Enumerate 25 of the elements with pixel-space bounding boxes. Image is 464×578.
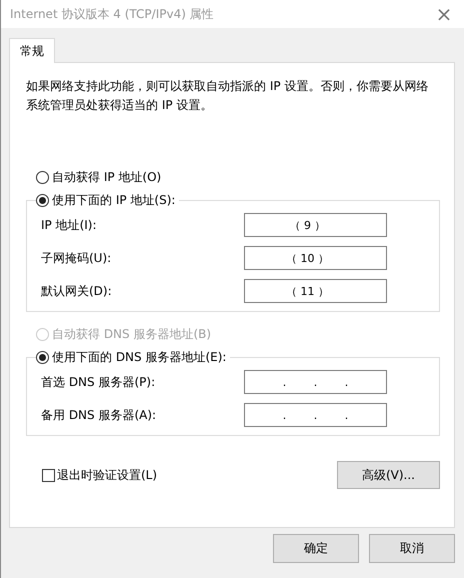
dialog-button[interactable]: 取消 xyxy=(369,534,455,563)
ip-address-field[interactable]: （ 9 ） xyxy=(244,213,387,237)
field-label: 子网掩码(U): xyxy=(41,250,112,266)
close-button[interactable]: × xyxy=(424,0,464,28)
advanced-button[interactable]: 高级(V)... xyxy=(337,461,440,489)
radio-label[interactable]: 自动获得 IP 地址(O) xyxy=(52,168,162,186)
field-label: 默认网关(D): xyxy=(41,282,112,300)
ip-address-field[interactable]: . . . xyxy=(244,370,387,394)
dialog-button[interactable]: 确定 xyxy=(273,534,359,563)
checkbox[interactable] xyxy=(42,468,55,482)
field-label: 首选 DNS 服务器(P): xyxy=(41,374,156,390)
window-title: Internet 协议版本 4 (TCP/IPv4) 属性 xyxy=(10,6,214,22)
tab[interactable]: 常规 xyxy=(9,38,55,63)
radio-button[interactable] xyxy=(36,170,49,184)
ip-address-field[interactable]: （ 10 ） xyxy=(244,246,387,270)
field-label: 备用 DNS 服务器(A): xyxy=(41,406,156,424)
radio-button[interactable] xyxy=(36,350,49,364)
field-label: IP 地址(I): xyxy=(41,216,97,234)
radio-button[interactable] xyxy=(36,194,49,206)
description-text: 如果网络支持此功能，则可以获取自动指派的 IP 设置。否则，你需要从网络系统管理员处获得适当的 IP 设置。 xyxy=(26,78,430,114)
radio-label[interactable]: 使用下面的 IP 地址(S): xyxy=(52,192,176,208)
checkbox-label[interactable]: 退出时验证设置(L) xyxy=(57,466,158,484)
ip-address-field[interactable]: （ 11 ） xyxy=(244,279,387,303)
ip-address-field[interactable]: . . . xyxy=(244,403,387,427)
radio-label[interactable]: 使用下面的 DNS 服务器地址(E): xyxy=(52,348,226,366)
